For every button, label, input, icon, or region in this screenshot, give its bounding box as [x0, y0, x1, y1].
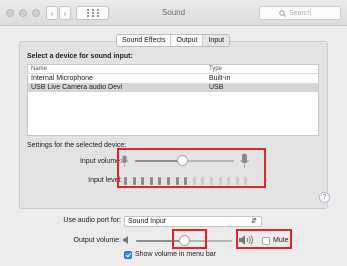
table-row[interactable]: Internal Microphone Built-in	[28, 74, 318, 83]
speaker-low-icon	[123, 236, 128, 244]
table-row[interactable]: USB Live Camera audio Devi USB	[28, 83, 318, 92]
search-field[interactable]	[259, 6, 341, 20]
tab-bar: Sound Effects Output Input	[116, 34, 231, 47]
device-name: USB Live Camera audio Devi	[31, 84, 123, 91]
device-type: USB	[209, 84, 224, 91]
output-volume-thumb-highlight	[172, 229, 207, 249]
search-icon	[279, 9, 286, 17]
port-select[interactable]: Sound Input ⇵	[124, 216, 262, 227]
input-volume-label: Input volume:	[79, 158, 122, 165]
output-volume-label: Output volume:	[73, 237, 121, 244]
device-select-heading: Select a device for sound input:	[27, 53, 133, 60]
device-table: Name Type Internal Microphone Built-in U…	[27, 64, 319, 136]
show-volume-label[interactable]: Show volume in menu bar	[135, 251, 216, 258]
show-volume-checkbox[interactable]	[124, 251, 132, 259]
tab-output[interactable]: Output	[171, 35, 204, 46]
tab-input[interactable]: Input	[203, 35, 230, 46]
title-bar: ‹ › Sound	[0, 0, 347, 26]
port-select-value: Sound Input	[128, 218, 166, 225]
column-header-type[interactable]: Type	[209, 66, 222, 72]
column-header-name[interactable]: Name	[31, 66, 47, 72]
mute-highlight	[236, 229, 292, 249]
help-button[interactable]: ?	[319, 192, 330, 203]
input-settings-highlight	[117, 148, 266, 188]
updown-chevron-icon: ⇵	[251, 218, 257, 225]
port-label: Use audio port for:	[63, 217, 121, 224]
input-level-label: Input level:	[88, 177, 122, 184]
search-input[interactable]	[289, 9, 321, 17]
settings-label: Settings for the selected device:	[27, 142, 127, 149]
device-type: Built-in	[209, 75, 231, 82]
tab-sound-effects[interactable]: Sound Effects	[117, 35, 172, 46]
table-header: Name Type	[28, 65, 318, 74]
device-name: Internal Microphone	[31, 75, 93, 82]
